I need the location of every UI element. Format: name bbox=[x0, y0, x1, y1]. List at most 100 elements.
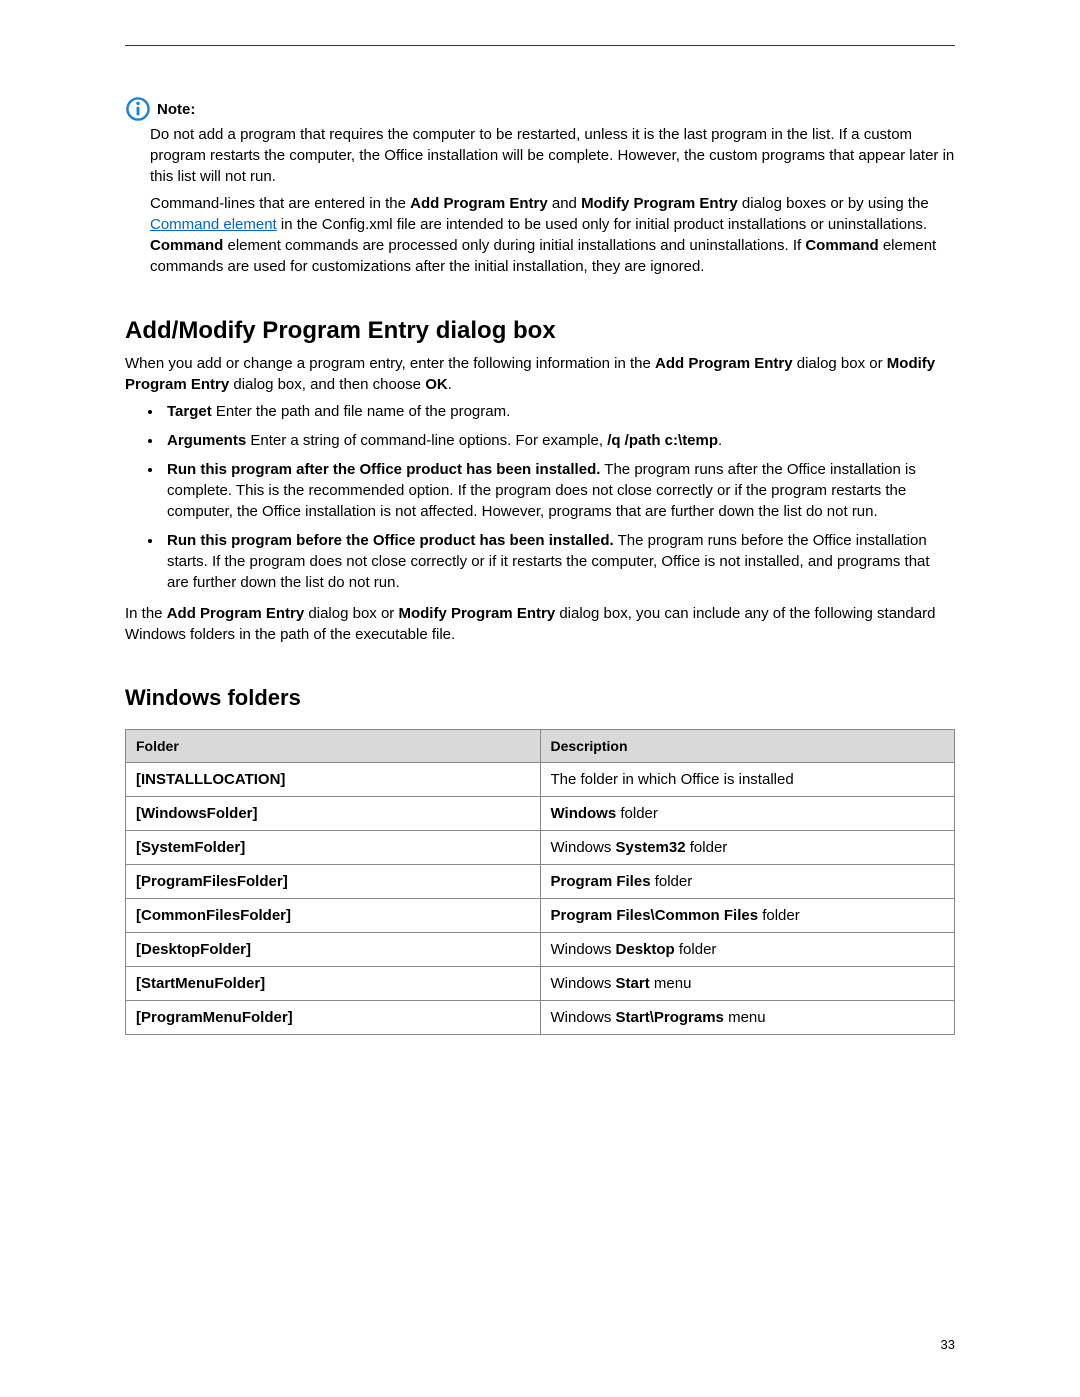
folder-cell: [StartMenuFolder] bbox=[126, 967, 541, 1001]
b4-label: Run this program before the Office produ… bbox=[167, 532, 614, 549]
desc-pre: Windows bbox=[551, 975, 616, 992]
col-header-description: Description bbox=[540, 730, 955, 763]
windows-folders-heading: Windows folders bbox=[125, 685, 955, 711]
note-p2-b4: Command bbox=[805, 237, 878, 254]
b2-code: /q /path c:\temp bbox=[607, 432, 718, 449]
desc-bold: Program Files\Common Files bbox=[551, 907, 759, 924]
section-title-add-modify: Add/Modify Program Entry dialog box bbox=[125, 317, 955, 345]
bullet-list: Target Enter the path and file name of t… bbox=[125, 401, 955, 593]
note-p1-text: Do not add a program that requires the c… bbox=[150, 126, 954, 185]
desc-pre: Windows bbox=[551, 839, 616, 856]
folder-name: [SystemFolder] bbox=[136, 839, 245, 856]
folder-cell: [WindowsFolder] bbox=[126, 797, 541, 831]
desc-bold: Desktop bbox=[616, 941, 675, 958]
note-p2-mid1: and bbox=[548, 195, 581, 212]
desc-bold: Windows bbox=[551, 805, 617, 822]
description-cell: Program Files folder bbox=[540, 865, 955, 899]
col-header-folder: Folder bbox=[126, 730, 541, 763]
note-p2-b3: Command bbox=[150, 237, 223, 254]
b1-text: Enter the path and file name of the prog… bbox=[212, 403, 511, 420]
desc-post: folder bbox=[758, 907, 800, 924]
folder-cell: [CommonFilesFolder] bbox=[126, 899, 541, 933]
s1-outro-b2: Modify Program Entry bbox=[398, 605, 555, 622]
table-row: [StartMenuFolder] Windows Start menu bbox=[126, 967, 955, 1001]
table-row: [SystemFolder] Windows System32 folder bbox=[126, 831, 955, 865]
note-p2-pre: Command-lines that are entered in the bbox=[150, 195, 410, 212]
desc-post: menu bbox=[650, 975, 692, 992]
windows-folders-table: Folder Description [INSTALLLOCATION] The … bbox=[125, 729, 955, 1035]
folder-name: [WindowsFolder] bbox=[136, 805, 258, 822]
bullet-arguments: Arguments Enter a string of command-line… bbox=[163, 430, 955, 451]
desc-bold: Start bbox=[616, 975, 650, 992]
note-paragraph-1: Do not add a program that requires the c… bbox=[150, 124, 955, 187]
desc-pre: The folder in which Office is installed bbox=[551, 771, 794, 788]
note-p2-mid2: dialog boxes or by using the bbox=[738, 195, 929, 212]
description-cell: Windows Desktop folder bbox=[540, 933, 955, 967]
desc-post: folder bbox=[675, 941, 717, 958]
table-row: [ProgramFilesFolder] Program Files folder bbox=[126, 865, 955, 899]
folder-cell: [ProgramMenuFolder] bbox=[126, 1001, 541, 1035]
desc-bold: Start\Programs bbox=[616, 1009, 724, 1026]
desc-pre: Windows bbox=[551, 1009, 616, 1026]
s1-intro-b1: Add Program Entry bbox=[655, 355, 793, 372]
table-row: [DesktopFolder] Windows Desktop folder bbox=[126, 933, 955, 967]
desc-post: folder bbox=[686, 839, 728, 856]
table-row: [ProgramMenuFolder] Windows Start\Program… bbox=[126, 1001, 955, 1035]
b2-label: Arguments bbox=[167, 432, 246, 449]
s1-intro-post: . bbox=[448, 376, 452, 393]
info-icon bbox=[125, 96, 151, 122]
s1-outro-b1: Add Program Entry bbox=[167, 605, 305, 622]
s1-intro-mid2: dialog box, and then choose bbox=[229, 376, 425, 393]
b3-label: Run this program after the Office produc… bbox=[167, 461, 600, 478]
description-cell: Windows folder bbox=[540, 797, 955, 831]
folder-name: [INSTALLLOCATION] bbox=[136, 771, 285, 788]
folder-cell: [SystemFolder] bbox=[126, 831, 541, 865]
desc-pre: Windows bbox=[551, 941, 616, 958]
description-cell: Windows Start\Programs menu bbox=[540, 1001, 955, 1035]
b2-text-pre: Enter a string of command-line options. … bbox=[246, 432, 607, 449]
description-cell: The folder in which Office is installed bbox=[540, 763, 955, 797]
top-rule bbox=[125, 45, 955, 46]
table-row: [WindowsFolder] Windows folder bbox=[126, 797, 955, 831]
desc-bold: Program Files bbox=[551, 873, 651, 890]
description-cell: Windows Start menu bbox=[540, 967, 955, 1001]
description-cell: Program Files\Common Files folder bbox=[540, 899, 955, 933]
note-p2-b1: Add Program Entry bbox=[410, 195, 548, 212]
s1-intro-mid: dialog box or bbox=[793, 355, 887, 372]
folder-name: [ProgramFilesFolder] bbox=[136, 873, 288, 890]
folder-cell: [INSTALLLOCATION] bbox=[126, 763, 541, 797]
folder-name: [StartMenuFolder] bbox=[136, 975, 265, 992]
page-number: 33 bbox=[941, 1337, 955, 1352]
desc-post: folder bbox=[616, 805, 658, 822]
s1-outro-pre: In the bbox=[125, 605, 167, 622]
description-cell: Windows System32 folder bbox=[540, 831, 955, 865]
folder-name: [CommonFilesFolder] bbox=[136, 907, 291, 924]
note-header: Note: bbox=[125, 96, 955, 122]
command-element-link[interactable]: Command element bbox=[150, 216, 277, 233]
section1-intro: When you add or change a program entry, … bbox=[125, 353, 955, 395]
table-row: [CommonFilesFolder] Program Files\Common … bbox=[126, 899, 955, 933]
note-p2-mid3: in the Config.xml file are intended to b… bbox=[277, 216, 927, 233]
desc-post: folder bbox=[651, 873, 693, 890]
bullet-run-before: Run this program before the Office produ… bbox=[163, 530, 955, 593]
bullet-run-after: Run this program after the Office produc… bbox=[163, 459, 955, 522]
desc-post: menu bbox=[724, 1009, 766, 1026]
note-paragraph-2: Command-lines that are entered in the Ad… bbox=[150, 193, 955, 277]
desc-bold: System32 bbox=[616, 839, 686, 856]
folder-cell: [ProgramFilesFolder] bbox=[126, 865, 541, 899]
s1-intro-b3: OK bbox=[425, 376, 448, 393]
note-p2-mid4: element commands are processed only duri… bbox=[223, 237, 805, 254]
note-label: Note: bbox=[157, 101, 195, 118]
folder-name: [ProgramMenuFolder] bbox=[136, 1009, 293, 1026]
folder-name: [DesktopFolder] bbox=[136, 941, 251, 958]
section1-outro: In the Add Program Entry dialog box or M… bbox=[125, 603, 955, 645]
table-row: [INSTALLLOCATION] The folder in which Off… bbox=[126, 763, 955, 797]
b1-label: Target bbox=[167, 403, 212, 420]
b2-post: . bbox=[718, 432, 722, 449]
note-p2-b2: Modify Program Entry bbox=[581, 195, 738, 212]
s1-intro-pre: When you add or change a program entry, … bbox=[125, 355, 655, 372]
folder-cell: [DesktopFolder] bbox=[126, 933, 541, 967]
bullet-target: Target Enter the path and file name of t… bbox=[163, 401, 955, 422]
note-body: Do not add a program that requires the c… bbox=[150, 124, 955, 277]
s1-outro-mid: dialog box or bbox=[304, 605, 398, 622]
